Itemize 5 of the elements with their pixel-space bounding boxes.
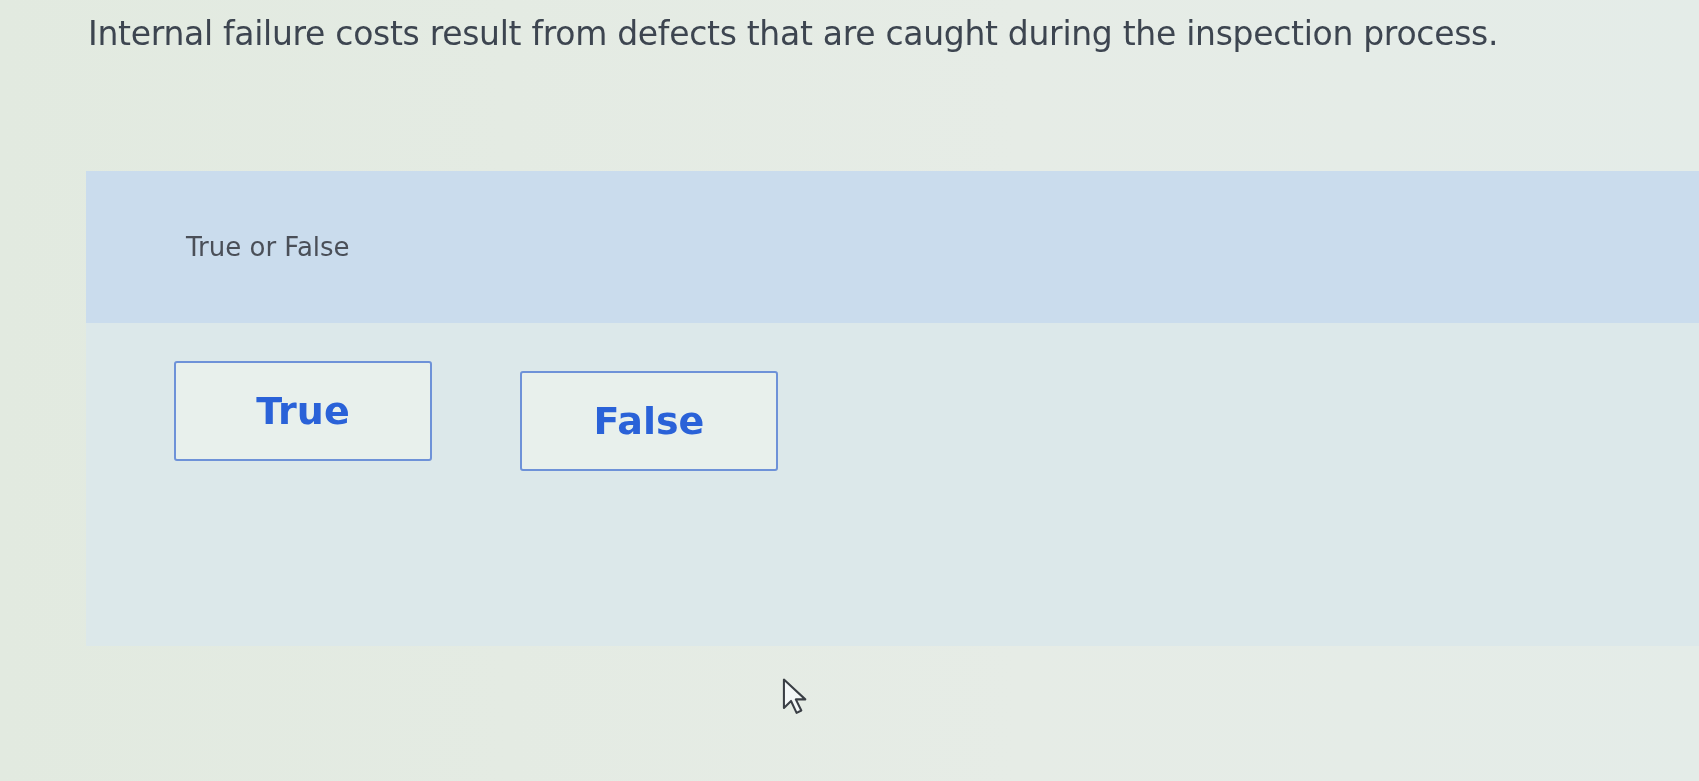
prompt-text: True or False [186, 232, 350, 262]
answer-option-button[interactable]: True [174, 361, 432, 461]
question-text: Internal failure costs result from defects that are caught during the inspection process. [87, 13, 1500, 53]
answer-option-button[interactable]: False [520, 371, 778, 471]
cursor-icon [782, 678, 808, 716]
